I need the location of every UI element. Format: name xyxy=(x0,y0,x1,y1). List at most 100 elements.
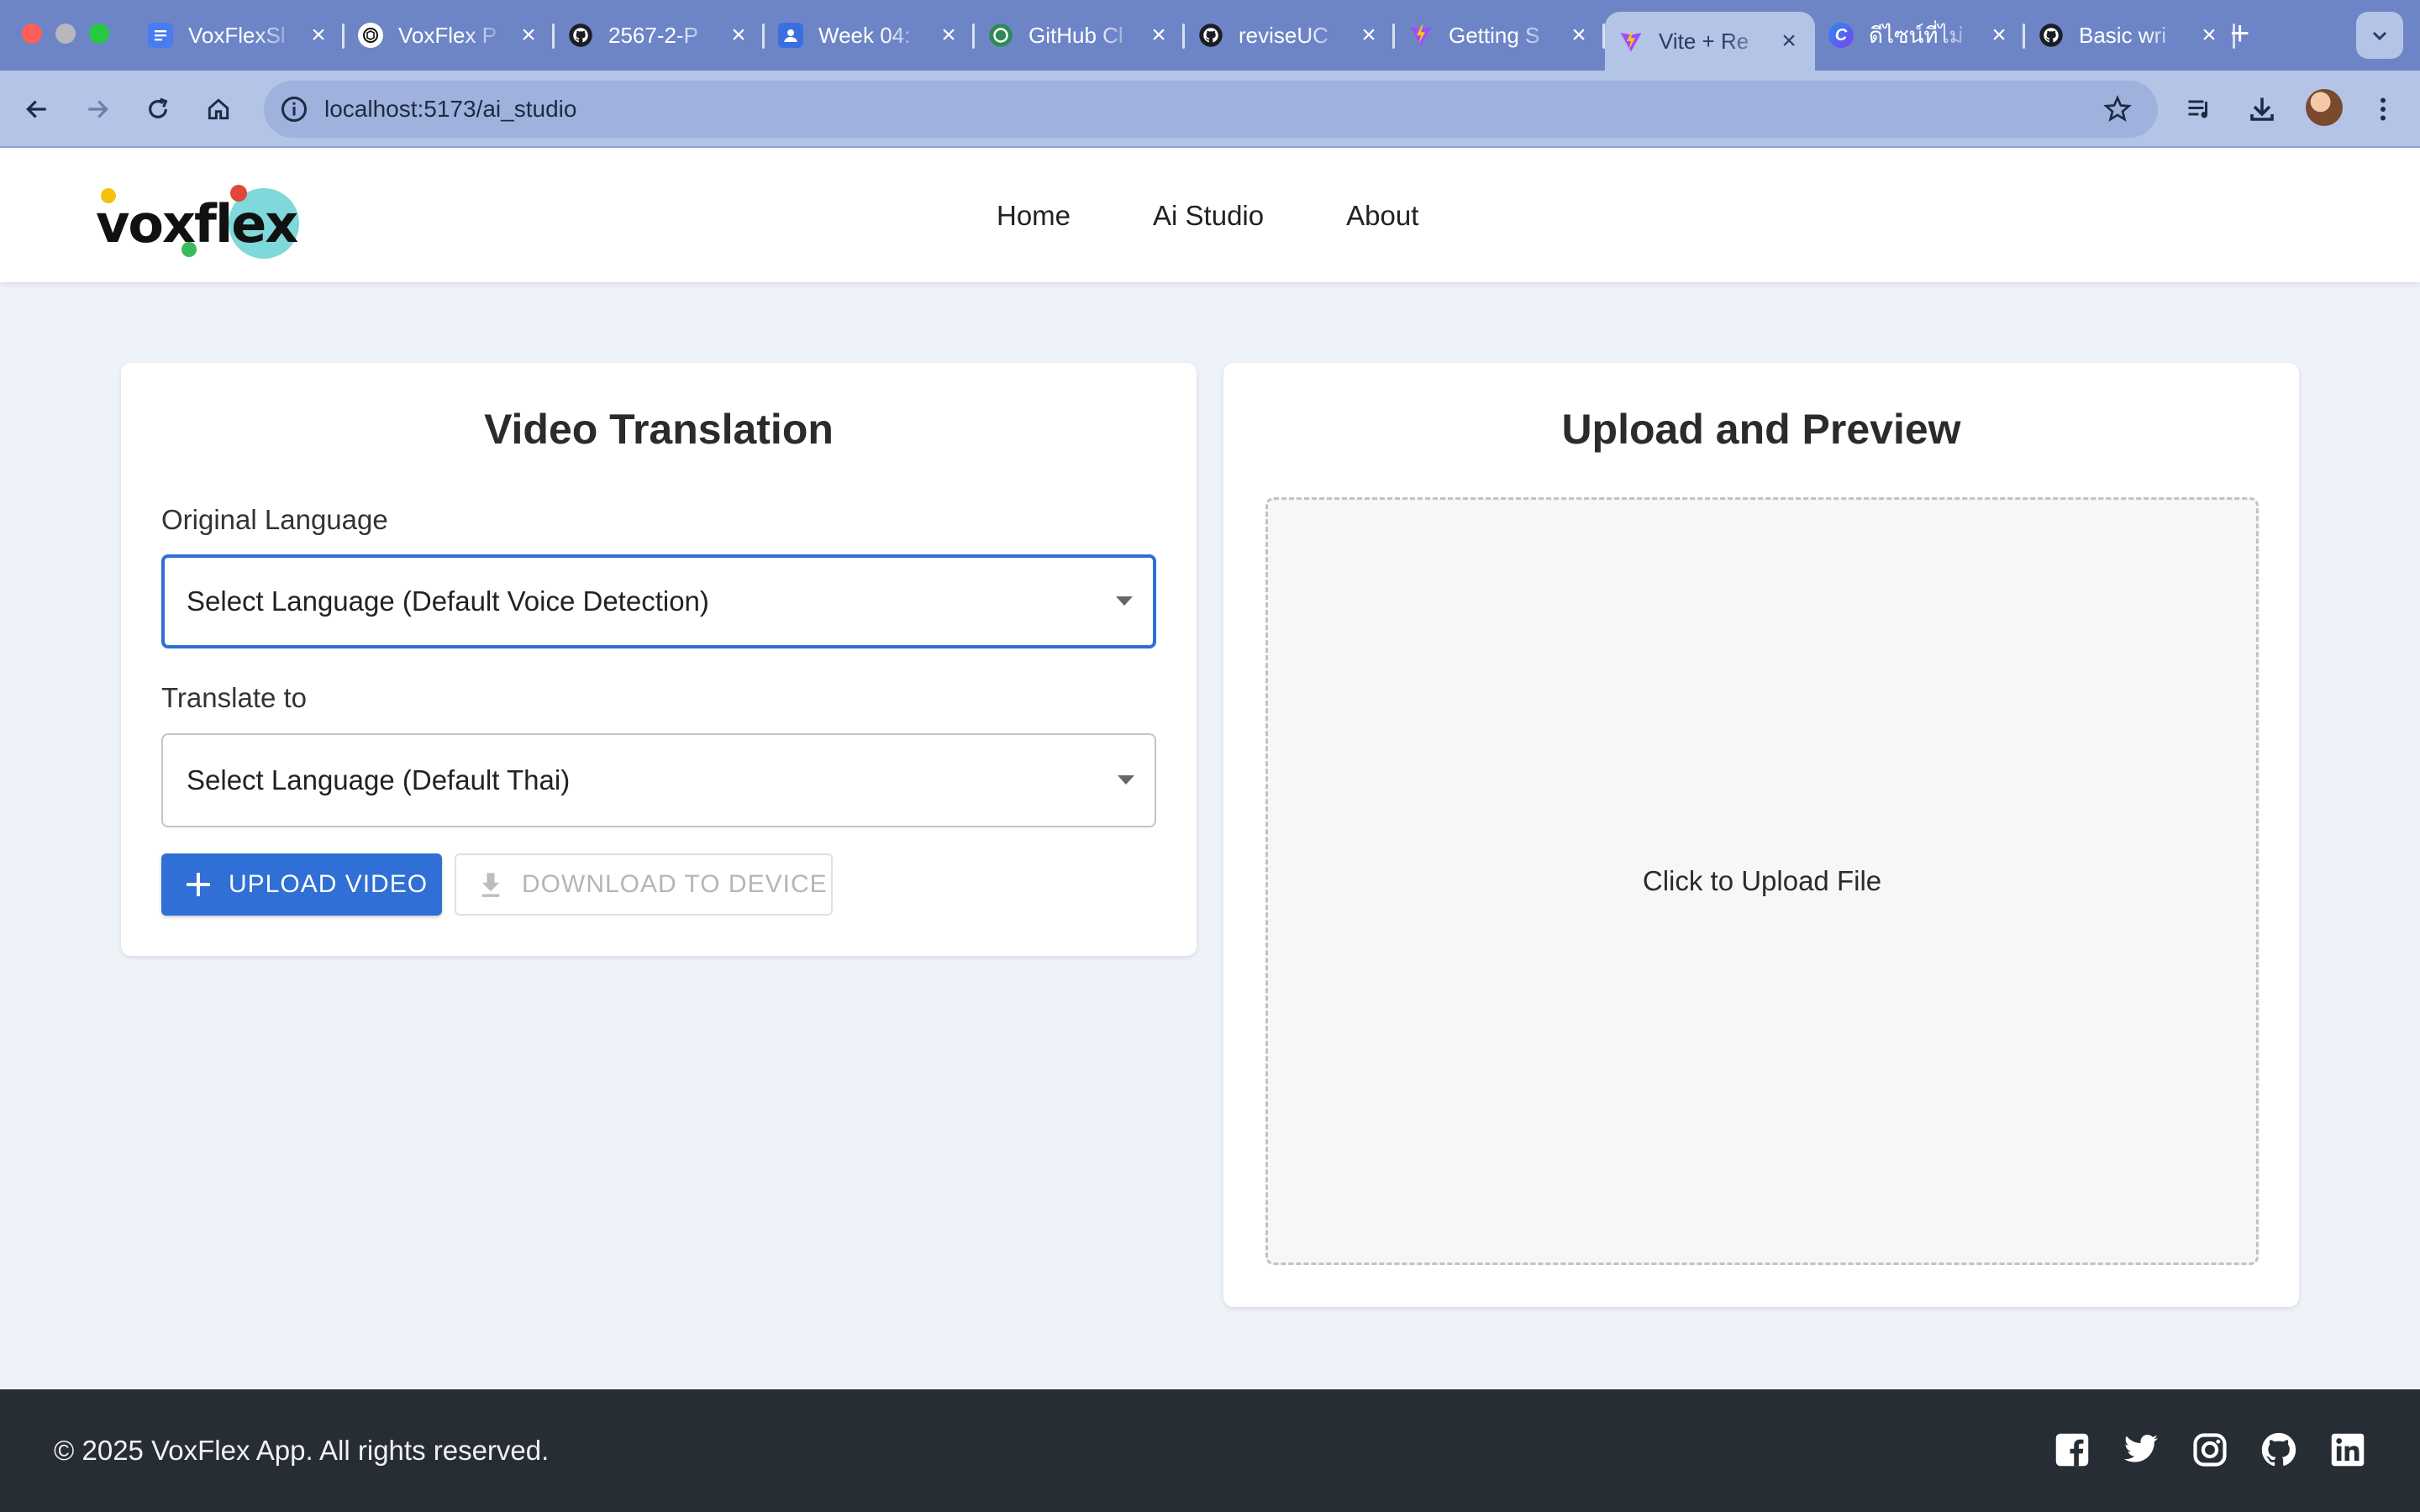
minimize-window-button[interactable] xyxy=(55,24,76,44)
vite-icon xyxy=(1408,23,1434,48)
tab-close-icon[interactable]: × xyxy=(2196,23,2222,48)
close-window-button[interactable] xyxy=(22,24,42,44)
browser-tab[interactable]: GitHub Cl × xyxy=(975,12,1185,59)
openai-icon xyxy=(358,23,383,48)
translate-to-select[interactable]: Select Language (Default Thai) xyxy=(161,733,1156,827)
tab-close-icon[interactable]: × xyxy=(936,23,961,48)
voxflex-logo[interactable]: voxflex xyxy=(92,180,311,259)
tab-title: reviseUC xyxy=(1239,22,1328,48)
nav-ai-studio[interactable]: Ai Studio xyxy=(1153,200,1264,232)
download-to-device-button[interactable]: DOWNLOAD TO DEVICE xyxy=(455,853,833,916)
arrow-right-icon xyxy=(88,100,108,118)
browser-tab[interactable]: 2567-2-P × xyxy=(555,12,765,59)
github-icon[interactable] xyxy=(2260,1431,2297,1468)
browser-tab-bar: VoxFlexSl × VoxFlex P × 2567-2-P × Week … xyxy=(0,0,2420,71)
tab-strip: VoxFlexSl × VoxFlex P × 2567-2-P × Week … xyxy=(134,12,2235,71)
reload-icon xyxy=(149,97,168,118)
tab-title: VoxFlexSl xyxy=(188,22,286,48)
main-nav: Home Ai Studio About xyxy=(997,200,1418,232)
tab-close-icon[interactable]: × xyxy=(516,23,541,48)
upload-preview-card: Upload and Preview Click to Upload File xyxy=(1223,363,2299,1307)
vite-icon xyxy=(1618,29,1644,54)
upload-video-label: UPLOAD VIDEO xyxy=(229,870,429,898)
playlist-icon xyxy=(2188,100,2207,118)
tab-search-button[interactable] xyxy=(2356,12,2403,59)
chevron-down-icon xyxy=(2372,31,2387,41)
tab-title: 2567-2-P xyxy=(608,22,698,48)
browser-tab[interactable]: VoxFlex P × xyxy=(345,12,555,59)
url-text: localhost:5173/ai_studio xyxy=(324,96,577,122)
original-language-value: Select Language (Default Voice Detection… xyxy=(187,585,709,617)
docs-icon xyxy=(148,23,173,48)
card-title: Video Translation xyxy=(484,406,834,453)
tab-title: ดีไซน์ที่ไม่ xyxy=(1869,22,1964,48)
arrow-left-icon xyxy=(26,100,46,118)
back-button[interactable] xyxy=(20,92,54,126)
home-button[interactable] xyxy=(202,92,235,126)
download-icon xyxy=(2250,97,2274,121)
card-title: Upload and Preview xyxy=(1561,406,1961,453)
tab-title: Vite + Re xyxy=(1659,28,1749,54)
browser-tab[interactable]: Getting S × xyxy=(1395,12,1605,59)
reload-button[interactable] xyxy=(141,92,175,126)
dropdown-caret-icon xyxy=(1116,596,1133,606)
tab-title: Basic wri xyxy=(2079,22,2167,48)
tab-title: Week 04: xyxy=(818,22,911,48)
github-icon xyxy=(1198,23,1223,48)
translate-to-label: Translate to xyxy=(161,682,308,713)
instagram-icon[interactable] xyxy=(2191,1431,2228,1468)
window-controls xyxy=(22,24,109,44)
address-bar[interactable]: localhost:5173/ai_studio xyxy=(264,81,2158,138)
tab-title: GitHub Cl xyxy=(1028,22,1123,48)
copyright-text: © 2025 VoxFlex App. All rights reserved. xyxy=(54,1435,550,1466)
browser-tab-active[interactable]: Vite + Re × xyxy=(1605,12,1815,71)
original-language-select[interactable]: Select Language (Default Voice Detection… xyxy=(161,554,1156,648)
app-header: voxflex Home Ai Studio About xyxy=(0,148,2420,282)
forward-button[interactable] xyxy=(81,92,114,126)
browser-toolbar: localhost:5173/ai_studio xyxy=(0,71,2420,148)
original-language-label: Original Language xyxy=(161,504,388,535)
github-icon xyxy=(2039,23,2064,48)
maximize-window-button[interactable] xyxy=(89,24,109,44)
tab-close-icon[interactable]: × xyxy=(1146,23,1171,48)
new-tab-button[interactable]: + xyxy=(2230,15,2249,52)
browser-menu-button[interactable] xyxy=(2366,92,2400,126)
github-copilot-icon xyxy=(988,23,1013,48)
video-translation-card: Video Translation Original Language Sele… xyxy=(121,363,1197,956)
tab-close-icon[interactable]: × xyxy=(726,23,751,48)
classroom-icon xyxy=(778,23,803,48)
linkedin-icon[interactable] xyxy=(2329,1431,2366,1468)
media-controls-button[interactable] xyxy=(2183,92,2217,126)
twitter-icon[interactable] xyxy=(2123,1431,2160,1468)
browser-tab[interactable]: Week 04: × xyxy=(765,12,975,59)
dropdown-caret-icon xyxy=(1118,775,1134,785)
tab-close-icon[interactable]: × xyxy=(1566,23,1591,48)
nav-about[interactable]: About xyxy=(1346,200,1418,232)
tab-close-icon[interactable]: × xyxy=(1356,23,1381,48)
home-icon xyxy=(208,98,229,120)
browser-tab[interactable]: VoxFlexSl × xyxy=(134,12,345,59)
download-icon xyxy=(478,870,503,899)
facebook-icon[interactable] xyxy=(2054,1431,2091,1468)
footer: © 2025 VoxFlex App. All rights reserved. xyxy=(0,1389,2420,1512)
download-to-device-label: DOWNLOAD TO DEVICE xyxy=(522,870,828,898)
nav-home[interactable]: Home xyxy=(997,200,1071,232)
plus-icon xyxy=(187,873,210,896)
logo-text: voxflex xyxy=(96,193,298,255)
tab-close-icon[interactable]: × xyxy=(1776,29,1802,54)
bookmark-star-icon[interactable] xyxy=(2102,94,2133,124)
profile-avatar[interactable] xyxy=(2306,89,2343,126)
social-links xyxy=(2054,1431,2366,1468)
tab-close-icon[interactable]: × xyxy=(306,23,331,48)
translate-to-value: Select Language (Default Thai) xyxy=(187,764,571,795)
more-vertical-icon xyxy=(2381,97,2386,121)
canva-icon: C xyxy=(1828,23,1854,48)
upload-dropzone[interactable]: Click to Upload File xyxy=(1265,497,2259,1265)
browser-tab[interactable]: C ดีไซน์ที่ไม่ × xyxy=(1815,12,2025,59)
downloads-button[interactable] xyxy=(2245,92,2279,126)
upload-video-button[interactable]: UPLOAD VIDEO xyxy=(161,853,442,916)
tab-close-icon[interactable]: × xyxy=(1986,23,2012,48)
site-info-icon[interactable] xyxy=(279,94,309,124)
browser-tab[interactable]: Basic wri × xyxy=(2025,12,2235,59)
browser-tab[interactable]: reviseUC × xyxy=(1185,12,1395,59)
